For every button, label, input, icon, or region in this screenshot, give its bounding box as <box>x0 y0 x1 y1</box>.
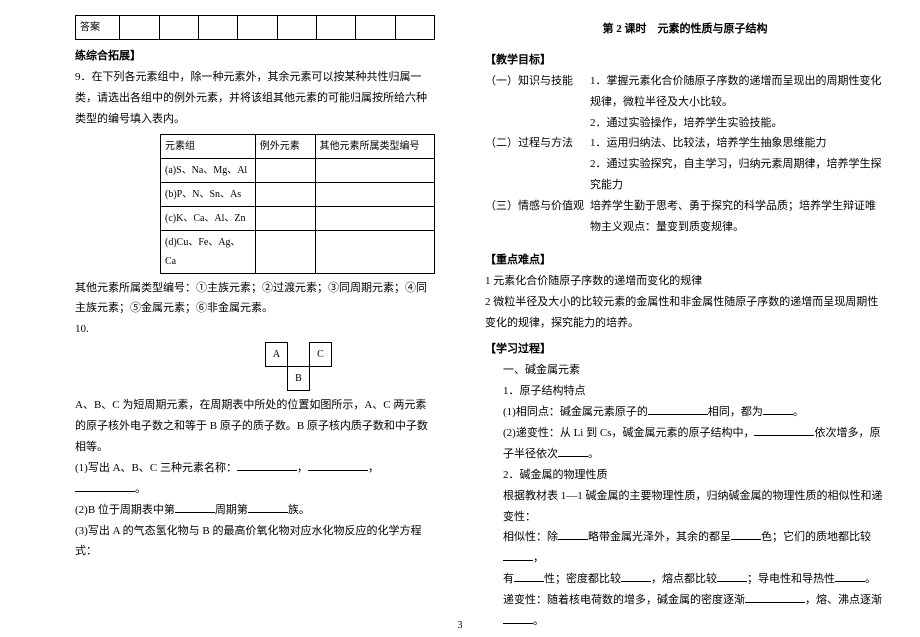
goal1-2: 2．通过实验操作，培养学生实验技能。 <box>590 113 885 134</box>
answer-table: 答案 <box>75 15 435 40</box>
p8b: 性；密度都比较 <box>544 573 621 585</box>
elem-row-c: (c)K、Ca、Al、Zn <box>161 206 256 230</box>
goal1-1: 1．掌握元素化合价随原子序数的递增而呈现出的周期性变化规律，微粒半径及大小比较。 <box>590 71 885 113</box>
elem-row-d: (d)Cu、Fe、Ag、Ca <box>161 230 256 273</box>
q10-2: (2)B 位于周期表中第 周期第 族。 <box>75 500 435 521</box>
answer-label-cell: 答案 <box>76 16 120 40</box>
p8c: ，熔点都比较 <box>651 573 717 585</box>
p3c: 。 <box>793 406 804 418</box>
goal1-row: （一）知识与技能 1．掌握元素化合价随原子序数的递增而呈现出的周期性变化规律，微… <box>485 71 885 134</box>
element-table: 元素组 例外元素 其他元素所属类型编号 (a)S、Na、Mg、Al (b)P、N… <box>160 134 435 274</box>
goal3-row: （三）情感与价值观 培养学生勤于思考、勇于探究的科学品质；培养学生辩证唯物主义观… <box>485 196 885 238</box>
p7a: 相似性：除 <box>503 531 558 543</box>
q10-1: (1)写出 A、B、C 三种元素名称： ， ， 。 <box>75 458 435 500</box>
q10-label: 10. <box>75 319 435 340</box>
q10-1d: 。 <box>135 483 146 495</box>
q9-text: 9．在下列各元素组中，除一种元素外，其余元素可以按某种共性归属一类，请选出各组中… <box>75 67 435 130</box>
q10-1a: (1)写出 A、B、C 三种元素名称： <box>75 462 237 474</box>
p7: 相似性：除 略带金属光泽外，其余的都呈 色；它们的质地都比较 ， <box>485 527 885 569</box>
p3: (1)相同点：碱金属元素原子的 相同，都为 。 <box>485 402 885 423</box>
goal1-label: （一）知识与技能 <box>485 71 590 134</box>
q10-1c: ， <box>368 462 379 474</box>
lesson-title: 第 2 课时 元素的性质与原子结构 <box>485 19 885 40</box>
p1: 一、碱金属元素 <box>485 360 885 381</box>
goal2-1: 1．运用归纳法、比较法，培养学生抽象思维能力 <box>590 133 885 154</box>
p5: 2．碱金属的物理性质 <box>485 465 885 486</box>
goal2-label: （二）过程与方法 <box>485 133 590 196</box>
p4: (2)递变性：从 Li 到 Cs，碱金属元素的原子结构中，依次增多，原子半径依次… <box>485 423 885 465</box>
cell-b: B <box>288 367 310 391</box>
p8d: ；导电性和导热性 <box>747 573 835 585</box>
p3b: 相同，都为 <box>708 406 763 418</box>
p9: 递变性：随着核电荷数的增多，碱金属的密度逐渐 ，熔、沸点逐渐。 <box>485 590 885 632</box>
process-header: 【学习过程】 <box>485 339 885 360</box>
p2: 1．原子结构特点 <box>485 381 885 402</box>
q10-2b: 周期第 <box>215 504 248 516</box>
elem-row-a: (a)S、Na、Mg、Al <box>161 158 256 182</box>
p7b: 略带金属光泽外，其余的都呈 <box>588 531 731 543</box>
goal3-1: 培养学生勤于思考、勇于探究的科学品质；培养学生辩证唯物主义观点：量变到质变规律。 <box>590 196 885 238</box>
q10-2a: (2)B 位于周期表中第 <box>75 504 175 516</box>
cell-a: A <box>266 343 288 367</box>
q10-1b: ， <box>297 462 308 474</box>
p7d: ， <box>533 552 544 564</box>
p8: 有 性；密度都比较 ，熔点都比较 ；导电性和导热性 。 <box>485 569 885 590</box>
elem-row-b: (b)P、N、Sn、As <box>161 182 256 206</box>
p7c: 色；它们的质地都比较 <box>761 531 871 543</box>
p4a: (2)递变性：从 Li 到 Cs，碱金属元素的原子结构中， <box>503 427 754 439</box>
goal3-label: （三）情感与价值观 <box>485 196 590 238</box>
p4c: 。 <box>588 448 599 460</box>
q10-intro: A、B、C 为短周期元素，在周期表中所处的位置如图所示，A、C 两元素的原子核外… <box>75 395 435 458</box>
goal-header: 【教学目标】 <box>485 50 885 71</box>
cell-c: C <box>310 343 332 367</box>
goal2-row: （二）过程与方法 1．运用归纳法、比较法，培养学生抽象思维能力 2．通过实验探究… <box>485 133 885 196</box>
p8e: 。 <box>865 573 876 585</box>
p3a: (1)相同点：碱金属元素原子的 <box>503 406 648 418</box>
kp2: 2 微粒半径及大小的比较元素的金属性和非金属性随原子序数的递增而呈现周期性变化的… <box>485 292 885 334</box>
q9-note: 其他元素所属类型编号：①主族元素；②过渡元素；③同周期元素；④同主族元素；⑤金属… <box>75 278 435 320</box>
kp1: 1 元素化合价随原子序数的递增而变化的规律 <box>485 271 885 292</box>
elem-hdr-1: 例外元素 <box>255 134 315 158</box>
p9b: ，熔、沸点逐渐 <box>805 594 882 606</box>
position-table: A C B <box>265 342 332 391</box>
keypoint-header: 【重点难点】 <box>485 250 885 271</box>
p9a: 递变性：随着核电荷数的增多，碱金属的密度逐渐 <box>503 594 745 606</box>
elem-hdr-0: 元素组 <box>161 134 256 158</box>
p8a: 有 <box>503 573 514 585</box>
page-number: 3 <box>458 620 463 631</box>
q10-3: (3)写出 A 的气态氢化物与 B 的最高价氧化物对应水化物反应的化学方程式： <box>75 521 435 563</box>
p9c: 。 <box>533 615 544 627</box>
goal2-2: 2．通过实验探究，自主学习，归纳元素周期律，培养学生探究能力 <box>590 154 885 196</box>
q10-2c: 族。 <box>288 504 310 516</box>
p6: 根据教材表 1—1 碱金属的主要物理性质，归纳碱金属的物理性质的相似性和递变性： <box>485 486 885 528</box>
expand-header: 练综合拓展】 <box>75 46 435 67</box>
elem-hdr-2: 其他元素所属类型编号 <box>315 134 435 158</box>
